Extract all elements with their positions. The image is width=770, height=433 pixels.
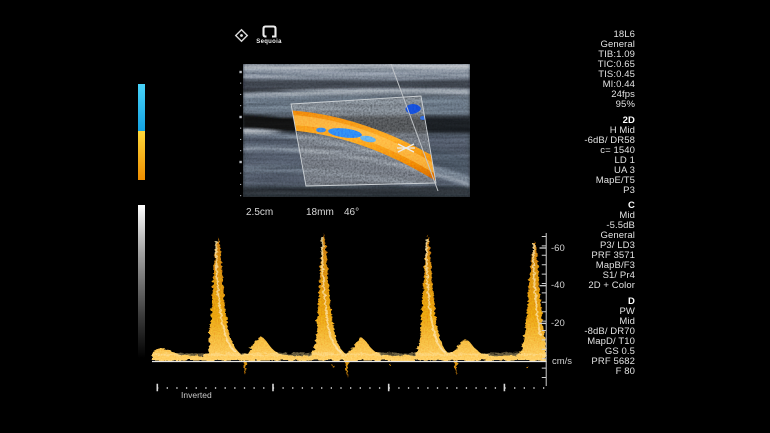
flow-away-bar (138, 131, 145, 180)
param-line: MapE/T5 (525, 176, 635, 186)
param-line: c= 1540 (525, 146, 635, 156)
depth-ruler (239, 71, 241, 196)
param-line: H Mid (525, 126, 635, 136)
acuson-logo-icon (262, 25, 277, 38)
depth-label: 2.5cm (246, 207, 273, 218)
doppler-waveform (150, 228, 546, 378)
timeline-ruler (157, 388, 547, 389)
invert-status-label: Inverted (181, 390, 212, 400)
param-line: 95% (525, 100, 635, 110)
position-marker-icon (233, 27, 250, 44)
param-line: LD 1 (525, 156, 635, 166)
param-line: P3 (525, 186, 635, 196)
param-line: UA 3 (525, 166, 635, 176)
velocity-tick-label: -60 (551, 243, 565, 254)
ultrasound-screen: { "device": { "logo_text": "Sequoia" }, … (0, 0, 770, 433)
param-line: -6dB/ DR58 (525, 136, 635, 146)
acuson-sequoia-logo: Sequoia (256, 25, 282, 45)
grayscale-bar (138, 205, 145, 358)
section-header-2d: 2D (525, 116, 635, 126)
gate-length-label: 18mm (306, 207, 334, 218)
velocity-unit-label: cm/s (552, 356, 572, 367)
spectral-doppler-display (150, 225, 550, 400)
velocity-tick-label: -40 (551, 280, 565, 291)
bmode-image (232, 62, 474, 200)
flow-toward-bar (138, 84, 145, 131)
logo-text: Sequoia (256, 39, 282, 45)
color-doppler-scale-bar (138, 84, 145, 180)
velocity-tick-label: -20 (551, 318, 565, 329)
angle-label: 46° (344, 207, 359, 218)
